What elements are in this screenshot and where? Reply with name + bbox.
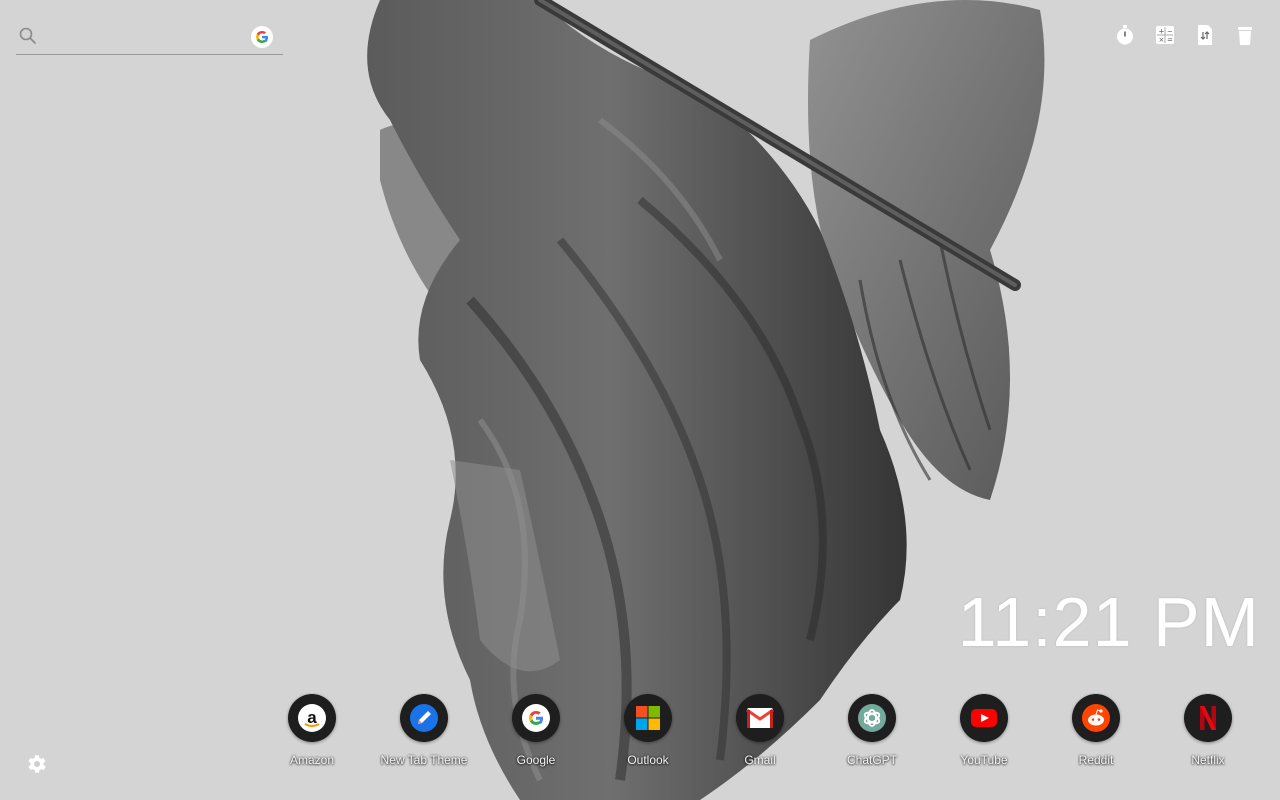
reddit-icon [1072, 694, 1120, 742]
chatgpt-icon [848, 694, 896, 742]
dock-item-outlook[interactable]: Outlook [592, 694, 704, 767]
gmail-icon [736, 694, 784, 742]
dock-item-amazon[interactable]: a Amazon [256, 694, 368, 767]
clock-time: 11:21 PM [957, 583, 1260, 661]
svg-text:−: − [1167, 28, 1173, 36]
svg-text:a: a [307, 708, 317, 727]
dock-label: YouTube [960, 753, 1008, 767]
search-icon [19, 27, 36, 44]
toolbar: + − × = [1114, 24, 1256, 46]
netflix-icon [1184, 694, 1232, 742]
timer-icon[interactable] [1114, 24, 1136, 46]
dock-label: ChatGPT [846, 753, 897, 767]
dock-label: Reddit [1078, 753, 1114, 767]
search-bar[interactable] [16, 22, 283, 55]
dock-label: Gmail [744, 753, 776, 767]
dock-item-youtube[interactable]: YouTube [928, 694, 1040, 767]
google-icon [512, 694, 560, 742]
dock-label: New Tab Theme [380, 753, 468, 767]
dock-label: Netflix [1191, 753, 1225, 767]
trash-icon[interactable] [1234, 24, 1256, 46]
angel-statue-background [0, 0, 1280, 800]
youtube-icon [960, 694, 1008, 742]
dock-item-gmail[interactable]: Gmail [704, 694, 816, 767]
dock-item-reddit[interactable]: Reddit [1040, 694, 1152, 767]
dock-label: Outlook [627, 753, 669, 767]
svg-text:×: × [1159, 36, 1165, 44]
google-g-icon[interactable] [251, 26, 273, 48]
dock-label: Google [516, 753, 556, 767]
microsoft-icon [624, 694, 672, 742]
dock-item-netflix[interactable]: Netflix [1152, 694, 1264, 767]
gear-icon[interactable] [24, 752, 48, 776]
amazon-icon: a [288, 694, 336, 742]
calculator-icon[interactable]: + − × = [1154, 24, 1176, 46]
app-dock: a Amazon New Tab Theme Google Outlook Gm… [256, 694, 1280, 774]
dock-item-google[interactable]: Google [480, 694, 592, 767]
dock-item-chatgpt[interactable]: ChatGPT [816, 694, 928, 767]
svg-text:+: + [1159, 28, 1165, 36]
dock-item-new-tab-theme[interactable]: New Tab Theme [368, 694, 480, 767]
dock-label: Amazon [289, 753, 335, 767]
svg-text:=: = [1167, 36, 1173, 44]
file-transfer-icon[interactable] [1194, 24, 1216, 46]
search-input[interactable] [44, 26, 258, 52]
pencil-icon [400, 694, 448, 742]
